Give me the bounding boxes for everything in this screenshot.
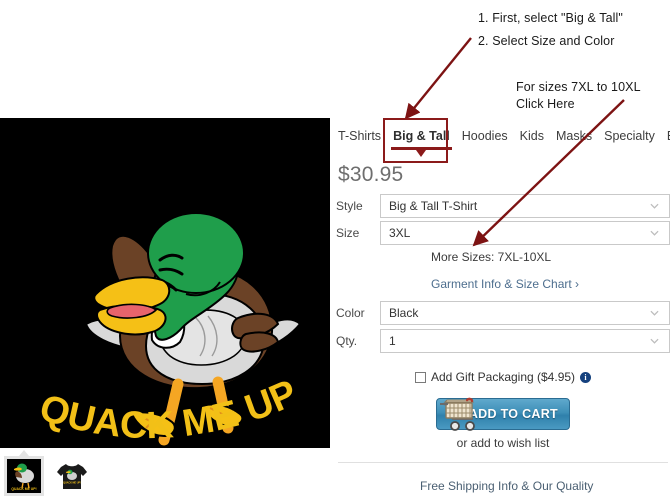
quantity-value: 1 xyxy=(389,334,396,348)
style-value: Big & Tall T-Shirt xyxy=(389,199,478,213)
size-value: 3XL xyxy=(389,226,411,240)
style-label: Style xyxy=(336,199,363,213)
tab-bags[interactable]: Bags xyxy=(661,125,670,143)
gift-packaging-row: Add Gift Packaging ($4.95) i xyxy=(336,370,670,384)
thumbnail-selected-caret xyxy=(19,450,29,456)
tab-t-shirts[interactable]: T-Shirts xyxy=(336,125,387,143)
tab-label: Big & Tall xyxy=(393,129,450,143)
tab-specialty[interactable]: Specialty xyxy=(598,125,661,143)
tab-kids[interactable]: Kids xyxy=(514,125,550,143)
shirt-thumbnail[interactable]: QUACK ME UP! xyxy=(52,456,92,496)
chevron-down-icon xyxy=(650,203,659,209)
tab-hoodies[interactable]: Hoodies xyxy=(456,125,514,143)
size-select[interactable]: 3XL xyxy=(380,221,670,245)
style-row: Style Big & Tall T-Shirt xyxy=(336,194,670,218)
add-to-cart-wrapper: ADD TO CART xyxy=(336,395,670,433)
buy-box: T-Shirts Big & Tall Hoodies Kids Masks S… xyxy=(336,0,670,500)
tab-label: Specialty xyxy=(604,129,655,143)
quantity-select[interactable]: 1 xyxy=(380,329,670,353)
thumbnail-strip: QUACK ME UP! QUACK ME UP! xyxy=(0,450,330,500)
section-divider xyxy=(338,462,668,463)
add-to-cart-button[interactable]: ADD TO CART xyxy=(434,395,570,433)
shopping-cart-icon xyxy=(434,395,481,433)
color-value: Black xyxy=(389,306,419,320)
product-image[interactable]: QUACK ME UP! xyxy=(0,118,330,448)
svg-text:QUACK ME UP!: QUACK ME UP! xyxy=(63,482,81,485)
color-row: Color Black xyxy=(336,301,670,325)
wish-list-link[interactable]: or add to wish list xyxy=(336,436,670,450)
tab-active-triangle-icon xyxy=(416,150,427,157)
price: $30.95 xyxy=(338,163,404,186)
add-to-cart-label: ADD TO CART xyxy=(468,407,558,421)
gift-packaging-checkbox[interactable] xyxy=(414,371,426,383)
quantity-label: Qty. xyxy=(336,334,358,348)
product-page: QUACK ME UP! QUACK ME UP! xyxy=(0,0,670,500)
color-label: Color xyxy=(336,306,365,320)
style-select[interactable]: Big & Tall T-Shirt xyxy=(380,194,670,218)
tab-label: Kids xyxy=(519,129,544,143)
chevron-down-icon xyxy=(650,230,659,236)
garment-info-size-chart-link[interactable]: Garment Info & Size Chart › xyxy=(431,277,579,291)
tab-big-and-tall[interactable]: Big & Tall xyxy=(387,125,456,157)
color-select[interactable]: Black xyxy=(380,301,670,325)
chevron-down-icon xyxy=(650,310,659,316)
quantity-row: Qty. 1 xyxy=(336,329,670,353)
svg-text:QUACK ME UP!: QUACK ME UP! xyxy=(11,487,36,491)
tab-label: Masks xyxy=(555,129,593,143)
duck-design-artwork: QUACK ME UP! xyxy=(0,118,330,448)
info-icon[interactable]: i xyxy=(580,371,592,383)
tab-label: Hoodies xyxy=(461,129,508,143)
chevron-down-icon xyxy=(650,338,659,344)
size-label: Size xyxy=(336,226,360,240)
more-sizes-link[interactable]: More Sizes: 7XL-10XL xyxy=(431,250,551,264)
gift-packaging-label: Add Gift Packaging ($4.95) xyxy=(430,370,576,384)
design-thumbnail[interactable]: QUACK ME UP! xyxy=(4,450,44,496)
size-row: Size 3XL xyxy=(336,221,670,245)
category-tabs: T-Shirts Big & Tall Hoodies Kids Masks S… xyxy=(336,125,670,157)
tab-masks[interactable]: Masks xyxy=(550,125,598,143)
free-shipping-link[interactable]: Free Shipping Info & Our Quality xyxy=(420,479,593,493)
tab-label: T-Shirts xyxy=(338,129,382,143)
